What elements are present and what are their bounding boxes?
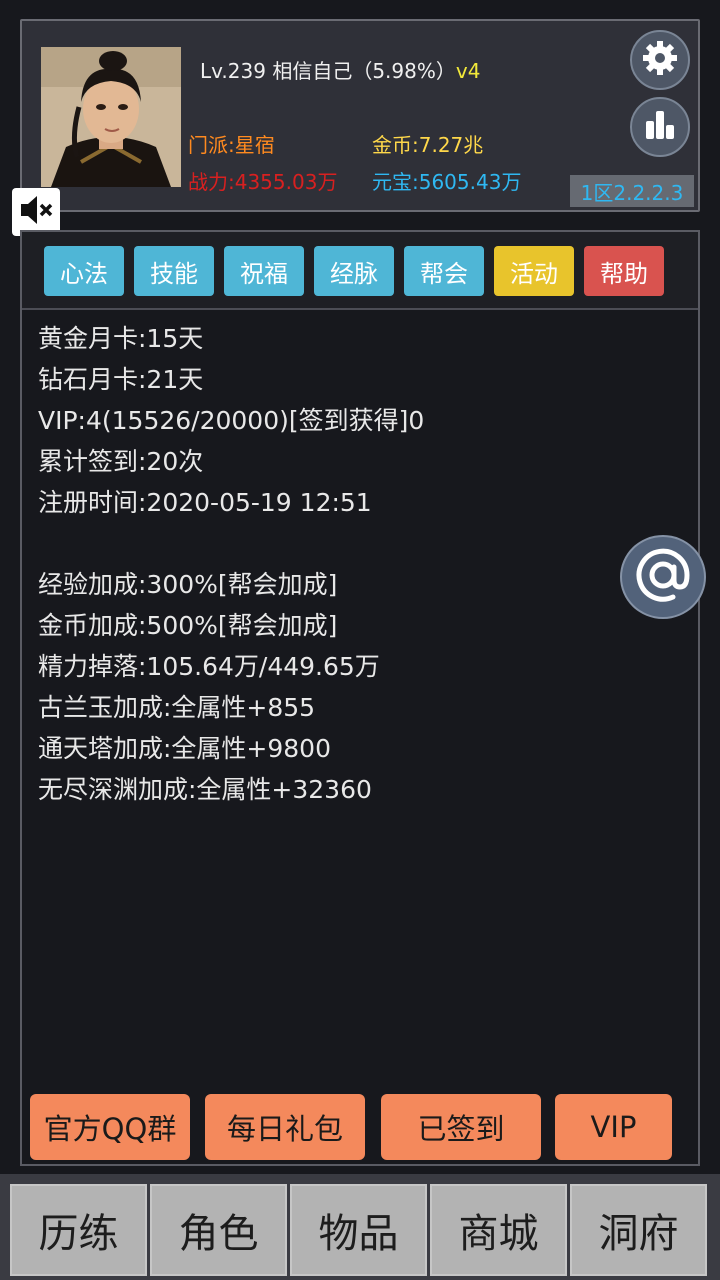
tab-huodong[interactable]: 活动 (494, 246, 574, 296)
tab-bar: 心法 技能 祝福 经脉 帮会 活动 帮助 (22, 232, 698, 310)
bottom-nav: 历练 角色 物品 商城 洞府 (0, 1174, 720, 1280)
player-header-card: Lv.239 相信自己（5.98%）v4 门派:星宿 金币:7.27兆 战力:4… (20, 19, 700, 212)
tab-xinfa[interactable]: 心法 (44, 246, 124, 296)
energy-drop-info: 精力掉落:105.64万/449.65万 (38, 652, 380, 681)
gold-card-info: 黄金月卡:15天 (38, 324, 204, 353)
ranking-button[interactable] (630, 97, 690, 157)
settings-button[interactable] (630, 30, 690, 90)
nav-dongfu[interactable]: 洞府 (570, 1184, 707, 1276)
bar-chart-icon (640, 105, 680, 149)
at-button[interactable] (620, 535, 706, 619)
nav-wupin[interactable]: 物品 (290, 1184, 427, 1276)
exp-bonus-info: 经验加成:300%[帮会加成] (38, 570, 338, 599)
gold-bonus-info: 金币加成:500%[帮会加成] (38, 611, 338, 640)
tab-bangzhu[interactable]: 帮助 (584, 246, 664, 296)
info-list: 黄金月卡:15天 钻石月卡:21天 VIP:4(15526/20000)[签到获… (38, 318, 424, 810)
main-panel: 心法 技能 祝福 经脉 帮会 活动 帮助 黄金月卡:15天 钻石月卡:21天 V… (20, 230, 700, 1166)
tower-bonus-info: 通天塔加成:全属性+9800 (38, 734, 331, 763)
checkin-total-info: 累计签到:20次 (38, 447, 204, 476)
gold-label: 金币:7.27兆 (372, 133, 484, 157)
diamond-card-info: 钻石月卡:21天 (38, 365, 204, 394)
register-time-info: 注册时间:2020-05-19 12:51 (38, 488, 372, 517)
gulan-bonus-info: 古兰玉加成:全属性+855 (38, 693, 316, 722)
nav-lilian[interactable]: 历练 (10, 1184, 147, 1276)
mute-toggle[interactable] (12, 188, 60, 236)
qq-group-button[interactable]: 官方QQ群 (30, 1094, 190, 1160)
tab-zhufu[interactable]: 祝福 (224, 246, 304, 296)
level-line: Lv.239 相信自己（5.98%）v4 (200, 55, 480, 84)
tab-jingmai[interactable]: 经脉 (314, 246, 394, 296)
yuanbao-label: 元宝:5605.43万 (372, 170, 522, 194)
checked-in-button[interactable]: 已签到 (381, 1094, 541, 1160)
daily-gift-button[interactable]: 每日礼包 (205, 1094, 365, 1160)
vip-badge: v4 (455, 59, 481, 83)
level-text: Lv.239 相信自己（5.98%） (200, 59, 456, 83)
tab-banghui[interactable]: 帮会 (404, 246, 484, 296)
nav-shangcheng[interactable]: 商城 (430, 1184, 567, 1276)
speaker-mute-icon (17, 191, 55, 233)
abyss-bonus-info: 无尽深渊加成:全属性+32360 (38, 775, 372, 804)
vip-info: VIP:4(15526/20000)[签到获得]0 (38, 406, 425, 435)
nav-juese[interactable]: 角色 (150, 1184, 287, 1276)
server-badge: 1区2.2.2.3 (570, 175, 694, 207)
tab-jineng[interactable]: 技能 (134, 246, 214, 296)
sect-label: 门派:星宿 (188, 133, 275, 157)
power-label: 战力:4355.03万 (188, 170, 338, 194)
vip-button[interactable]: VIP (555, 1094, 672, 1160)
player-avatar[interactable] (41, 47, 181, 187)
at-icon (633, 545, 693, 609)
gear-icon (640, 38, 680, 82)
